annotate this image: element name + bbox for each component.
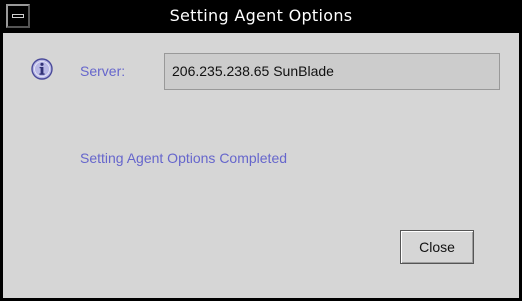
status-message: Setting Agent Options Completed (80, 150, 288, 166)
close-button[interactable]: Close (400, 230, 474, 264)
server-field: 206.235.238.65 SunBlade (164, 53, 500, 90)
dialog-window: Setting Agent Options Server: 206.235.23… (0, 0, 522, 301)
background-strip (522, 0, 528, 301)
server-label: Server: (80, 63, 126, 79)
window-title: Setting Agent Options (169, 6, 353, 25)
title-bar[interactable]: Setting Agent Options (3, 0, 519, 33)
dialog-content: Server: 206.235.238.65 SunBlade Setting … (3, 33, 519, 298)
info-icon (31, 58, 53, 80)
